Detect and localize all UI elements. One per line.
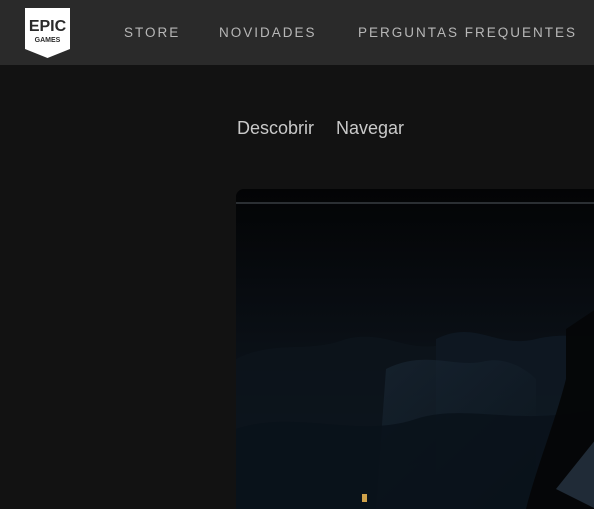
hero-carousel-banner[interactable]: [236, 189, 594, 509]
top-navigation-bar: EPIC GAMES STORE NOVIDADES PERGUNTAS FRE…: [0, 0, 594, 65]
nav-news[interactable]: NOVIDADES: [219, 24, 317, 42]
hero-artwork: [236, 189, 594, 509]
epic-games-logo[interactable]: EPIC GAMES: [25, 8, 70, 58]
logo-text-line1: EPIC: [29, 18, 67, 35]
nav-faq[interactable]: PERGUNTAS FREQUENTES: [358, 24, 577, 42]
tab-discover[interactable]: Descobrir: [237, 117, 314, 139]
nav-store[interactable]: STORE: [124, 24, 180, 42]
tab-browse[interactable]: Navegar: [336, 117, 404, 139]
logo-text-line2: GAMES: [35, 37, 61, 44]
epic-games-logo-icon: EPIC GAMES: [25, 8, 70, 58]
